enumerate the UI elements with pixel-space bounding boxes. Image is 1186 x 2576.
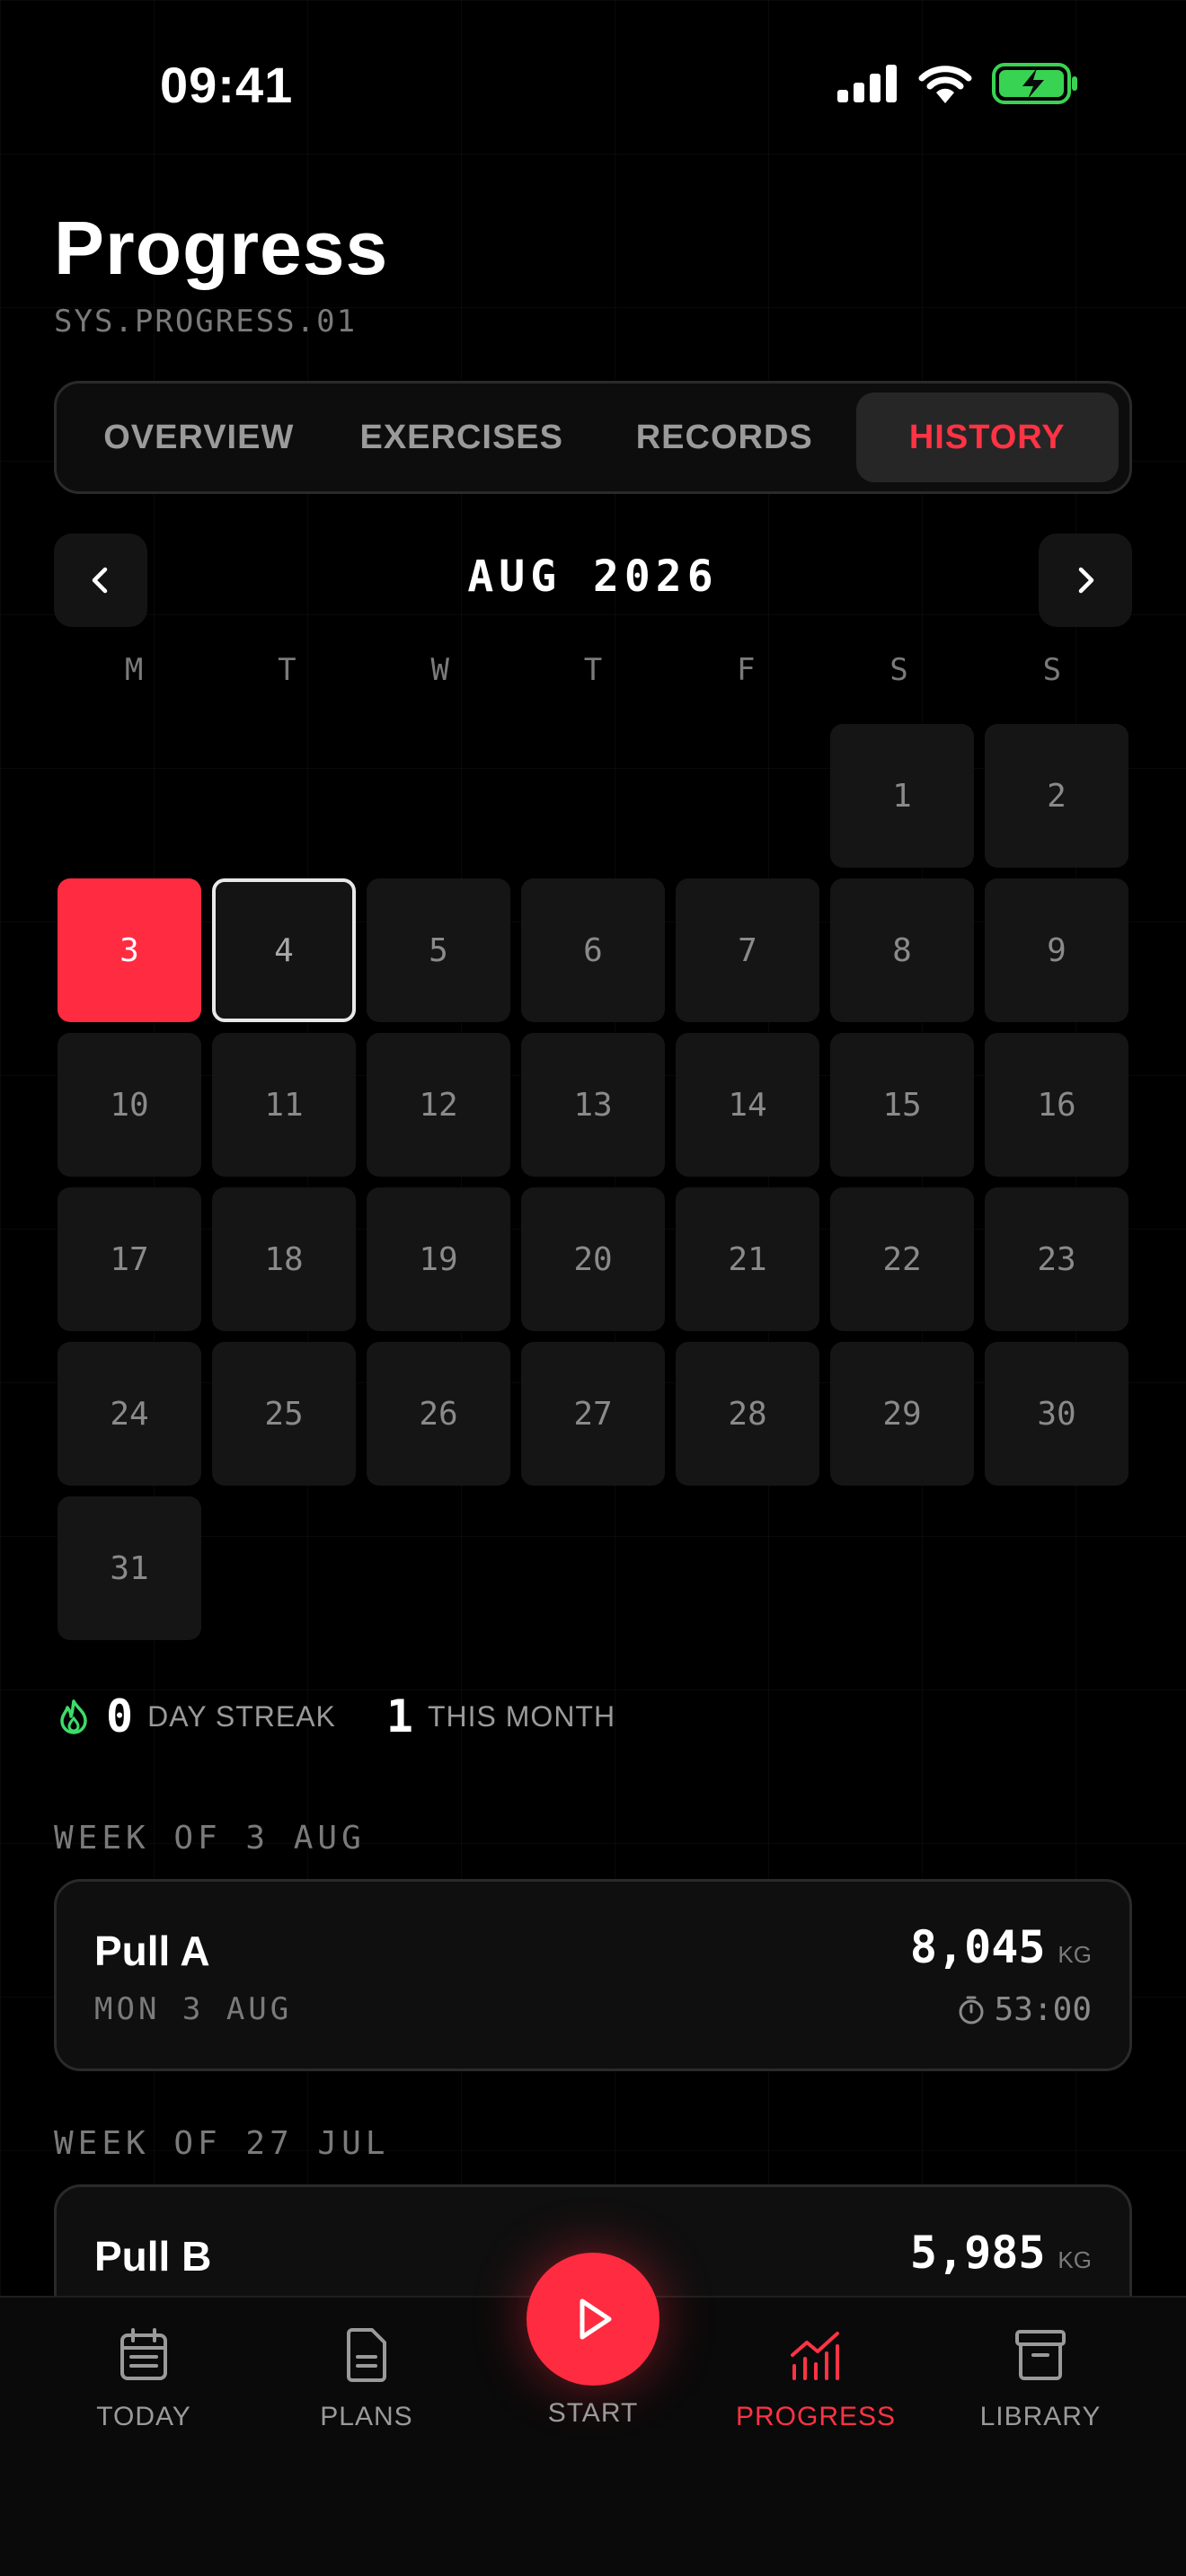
calendar-day[interactable]: 17	[58, 1187, 201, 1331]
calendar-day[interactable]: 22	[830, 1187, 974, 1331]
week-label: WEEK OF 3 AUG	[54, 1820, 366, 1857]
weekday-label: T	[583, 652, 603, 688]
start-workout-button[interactable]	[527, 2253, 659, 2386]
next-month-button[interactable]	[1039, 534, 1132, 627]
signal-icon	[837, 65, 897, 102]
status-icons	[837, 63, 1078, 104]
calendar-day[interactable]: 26	[367, 1342, 510, 1486]
calendar-day[interactable]: 5	[367, 878, 510, 1022]
tab-overview[interactable]: OVERVIEW	[67, 393, 331, 482]
calendar-day[interactable]: 8	[830, 878, 974, 1022]
chevron-right-icon	[1078, 567, 1094, 594]
calendar-day[interactable]: 23	[985, 1187, 1128, 1331]
calendar-day[interactable]: 12	[367, 1033, 510, 1177]
session-duration: 53:00	[957, 1991, 1092, 2028]
calendar-day[interactable]: 4	[212, 878, 356, 1022]
calendar-day[interactable]: 29	[830, 1342, 974, 1486]
month-label: AUG 2026	[467, 551, 719, 602]
tab-exercises[interactable]: EXERCISES	[331, 393, 594, 482]
tab-history[interactable]: HISTORY	[855, 393, 1119, 482]
week-label: WEEK OF 27 JUL	[54, 2125, 390, 2162]
calendar-day[interactable]: 2	[985, 724, 1128, 868]
calendar-day[interactable]: 10	[58, 1033, 201, 1177]
session-volume: 5,985 KG	[910, 2227, 1092, 2279]
calendar-day[interactable]: 24	[58, 1342, 201, 1486]
session-card[interactable]: Pull A MON 3 AUG 8,045 KG 53:00	[54, 1879, 1132, 2071]
calendar-day[interactable]: 30	[985, 1342, 1128, 1486]
calendar-empty-cell	[58, 724, 201, 868]
weekday-label: S	[890, 652, 908, 688]
calendar-day[interactable]: 19	[367, 1187, 510, 1331]
session-name: Pull B	[94, 2233, 212, 2280]
calendar-day[interactable]: 21	[676, 1187, 819, 1331]
volume-unit: KG	[1058, 2246, 1092, 2273]
start-label: START	[547, 2398, 639, 2428]
flame-icon	[60, 1699, 87, 1734]
calendar-day[interactable]: 9	[985, 878, 1128, 1022]
volume-value: 8,045	[909, 1921, 1046, 1973]
volume-value: 5,985	[909, 2227, 1046, 2279]
streak-value: 0	[106, 1690, 134, 1742]
calendar-empty-cell	[367, 724, 510, 868]
status-bar: 09:41	[0, 0, 1186, 171]
calendar-day[interactable]: 27	[521, 1342, 665, 1486]
status-time: 09:41	[160, 57, 294, 113]
streak-label: DAY STREAK	[147, 1699, 336, 1733]
chart-icon	[791, 2332, 839, 2380]
calendar-day[interactable]: 18	[212, 1187, 356, 1331]
wifi-icon	[918, 66, 972, 103]
page-title: Progress	[54, 206, 389, 290]
calendar-day[interactable]: 14	[676, 1033, 819, 1177]
duration-value: 53:00	[994, 1991, 1092, 2028]
weekday-label: T	[278, 652, 296, 688]
calendar-grid: 1 2 3 4 5 6 7 8 9 10 11 12 13 14 15 16 17 18 19 20 21 22 23 24 2…	[58, 724, 1128, 1640]
weekday-label: W	[430, 652, 449, 688]
calendar-day[interactable]: 28	[676, 1342, 819, 1486]
calendar-day[interactable]: 7	[676, 878, 819, 1022]
calendar-day[interactable]: 11	[212, 1033, 356, 1177]
weekday-header: MTWTFSS	[58, 652, 1128, 688]
segmented-tabs: OVERVIEW EXERCISES RECORDS HISTORY	[54, 381, 1132, 494]
weekday-label: S	[1042, 652, 1062, 688]
calendar-day[interactable]: 13	[521, 1033, 665, 1177]
calendar-empty-cell	[521, 724, 665, 868]
stopwatch-icon	[959, 1996, 984, 2024]
tab-records[interactable]: RECORDS	[593, 393, 856, 482]
volume-unit: KG	[1058, 1941, 1092, 1968]
calendar-empty-cell	[212, 724, 356, 868]
session-volume: 8,045 KG	[910, 1921, 1092, 1973]
calendar-empty-cell	[676, 724, 819, 868]
calendar-day[interactable]: 20	[521, 1187, 665, 1331]
play-icon	[580, 2298, 612, 2340]
calendar-day[interactable]: 31	[58, 1496, 201, 1640]
weekday-label: F	[737, 652, 756, 688]
calendar-day[interactable]: 3	[58, 878, 201, 1022]
streak-summary: 0 DAY STREAK 1 THIS MONTH	[58, 1690, 615, 1742]
calendar-icon	[120, 2328, 167, 2380]
page-subtitle: SYS.PROGRESS.01	[54, 304, 358, 340]
month-count-value: 1	[385, 1690, 413, 1742]
month-count-label: THIS MONTH	[427, 1699, 616, 1733]
calendar-day[interactable]: 25	[212, 1342, 356, 1486]
document-icon	[347, 2328, 386, 2382]
calendar-day[interactable]: 16	[985, 1033, 1128, 1177]
session-name: Pull A	[94, 1928, 210, 1974]
calendar-day[interactable]: 6	[521, 878, 665, 1022]
battery-charging-icon	[992, 63, 1077, 104]
session-date: MON 3 AUG	[94, 1991, 293, 2027]
weekday-label: M	[124, 652, 144, 688]
archive-icon	[1015, 2330, 1066, 2380]
calendar-day[interactable]: 15	[830, 1033, 974, 1177]
calendar-day[interactable]: 1	[830, 724, 974, 868]
